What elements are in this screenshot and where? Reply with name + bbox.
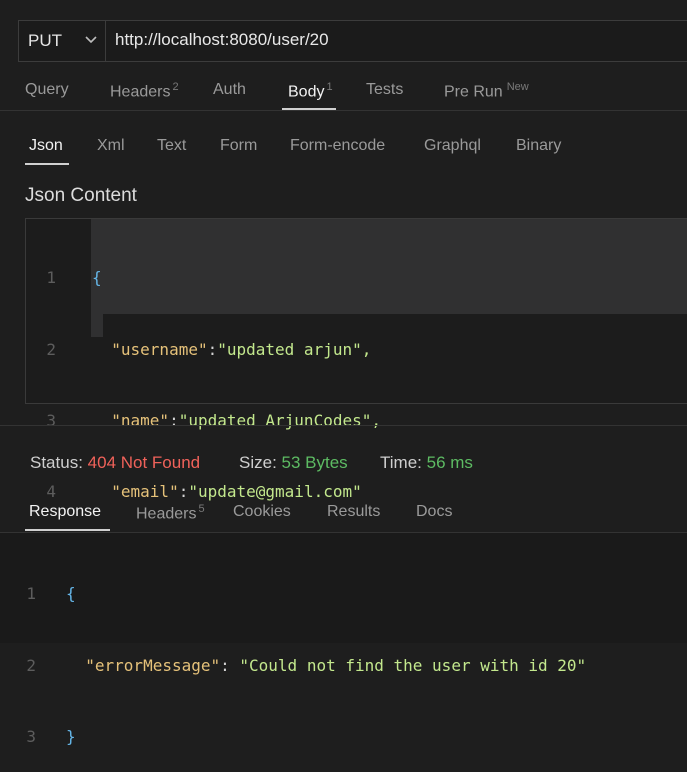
tab-pre-run[interactable]: Pre Run New	[444, 81, 529, 101]
line-number: 1	[46, 268, 56, 288]
json-content-title: Json Content	[25, 185, 137, 206]
line-number: 4	[46, 481, 56, 501]
line-number: 3	[46, 410, 56, 430]
code-line: "username":"updated arjun",	[111, 339, 372, 359]
new-badge: New	[506, 81, 529, 93]
tab-tests[interactable]: Tests	[366, 81, 403, 99]
code-line: {	[66, 584, 76, 604]
tab-body[interactable]: Body 1	[288, 81, 333, 101]
time-value: 56 ms	[426, 453, 473, 472]
line-number: 3	[26, 726, 36, 746]
tab-auth[interactable]: Auth	[213, 81, 246, 99]
line-number: 2	[26, 655, 36, 675]
section-divider	[0, 425, 687, 426]
code-line: {	[92, 268, 102, 288]
active-subtab-indicator	[25, 163, 69, 165]
body-count-badge: 1	[326, 81, 333, 93]
tab-cookies[interactable]: Cookies	[233, 503, 291, 521]
tab-query[interactable]: Query	[25, 81, 69, 99]
tab-docs[interactable]: Docs	[416, 503, 452, 521]
tab-response-headers[interactable]: Headers 5	[136, 503, 205, 523]
method-label: PUT	[28, 31, 62, 50]
status-info: Status: 404 Not Found	[30, 453, 201, 472]
tab-headers[interactable]: Headers 2	[110, 81, 179, 101]
tabs-divider	[0, 110, 687, 111]
subtab-text[interactable]: Text	[157, 137, 186, 155]
response-headers-count-badge: 5	[198, 503, 205, 515]
subtab-graphql[interactable]: Graphql	[424, 137, 481, 155]
code-line: }	[66, 726, 76, 746]
subtab-binary[interactable]: Binary	[516, 137, 561, 155]
subtab-json[interactable]: Json	[29, 137, 63, 155]
headers-count-badge: 2	[172, 81, 179, 93]
tab-response[interactable]: Response	[29, 503, 101, 521]
time-info: Time: 56 ms	[380, 453, 473, 472]
chevron-down-icon[interactable]	[84, 35, 98, 45]
active-response-tab-indicator	[25, 529, 110, 531]
subtab-xml[interactable]: Xml	[97, 137, 125, 155]
code-line: "name":"updated ArjunCodes",	[111, 410, 381, 430]
response-code: { "errorMessage": "Could not find the us…	[66, 535, 586, 772]
url-input[interactable]: http://localhost:8080/user/20	[115, 30, 329, 50]
size-value: 53 Bytes	[281, 453, 348, 472]
subtab-form[interactable]: Form	[220, 137, 257, 155]
line-number: 1	[26, 584, 36, 604]
size-info: Size: 53 Bytes	[239, 453, 348, 472]
response-line-numbers: 1 2 3	[16, 535, 36, 772]
code-line: "email":"update@gmail.com"	[111, 481, 362, 501]
subtab-form-encode[interactable]: Form-encode	[290, 137, 385, 155]
code-line: "errorMessage": "Could not find the user…	[85, 655, 587, 675]
status-code: 404 Not Found	[87, 453, 201, 472]
tab-results[interactable]: Results	[327, 503, 380, 521]
line-number: 2	[46, 339, 56, 359]
